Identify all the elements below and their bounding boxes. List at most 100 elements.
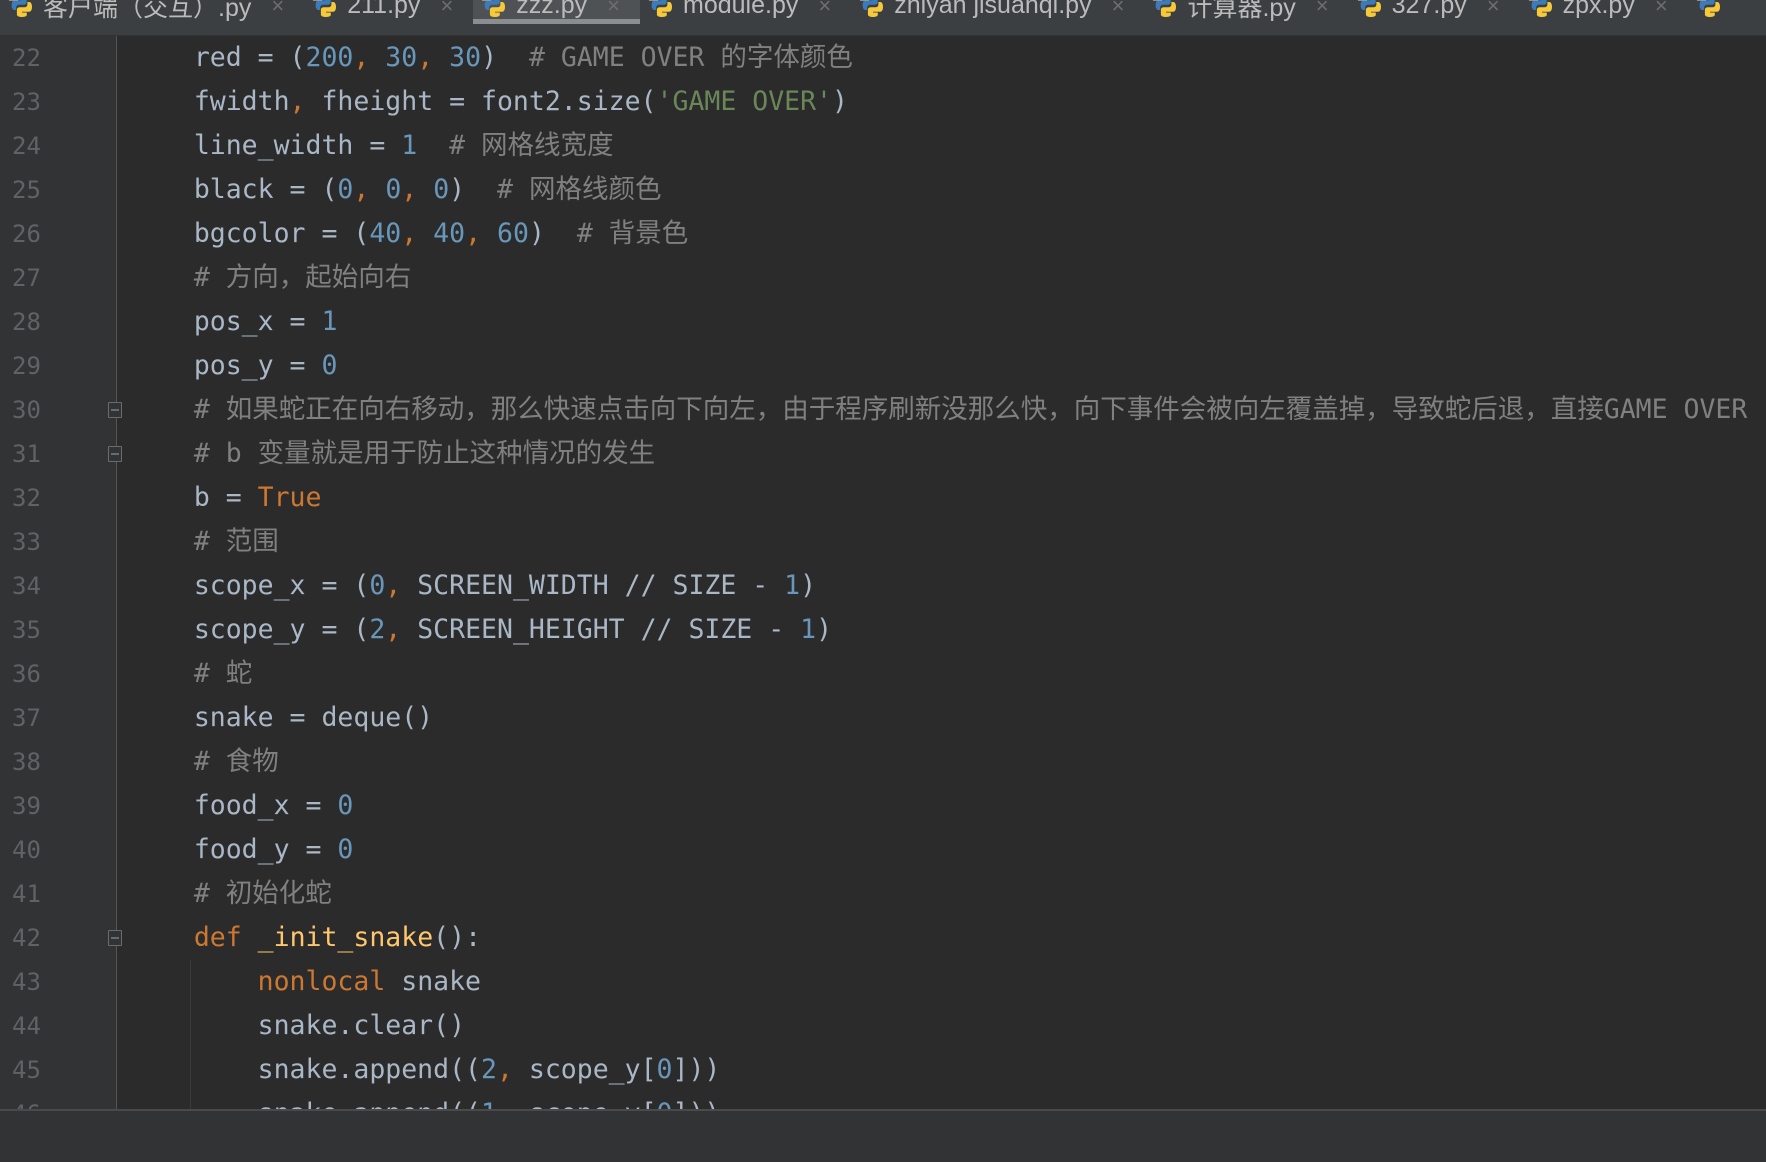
code-line[interactable]: 26 bgcolor = (40, 40, 60) # 背景色 [0, 212, 1766, 256]
code-text: pos_x = 1 [130, 300, 338, 344]
tab-label: zhiyan jisuanqi.py [894, 0, 1092, 19]
token-kw: nonlocal [257, 966, 402, 997]
line-number: 46 [12, 1092, 52, 1109]
line-number: 29 [12, 352, 41, 380]
token-num: 2 [481, 1054, 497, 1085]
code-line[interactable]: 35 scope_y = (2, SCREEN_HEIGHT // SIZE -… [0, 608, 1766, 652]
fold-marker-icon[interactable] [108, 930, 122, 946]
token-txt: fheight = font2.size( [321, 86, 657, 117]
code-line[interactable]: 37 snake = deque() [0, 696, 1766, 740]
bottom-panel [0, 1109, 1766, 1162]
tab-6[interactable]: 327.py × [1349, 0, 1520, 23]
close-tab-icon[interactable]: × [440, 0, 453, 19]
code-line[interactable]: 34 scope_x = (0, SCREEN_WIDTH // SIZE - … [0, 564, 1766, 608]
tab-label: 327.py [1391, 0, 1467, 19]
tab-8[interactable] [1688, 0, 1751, 23]
token-com: # 如果蛇正在向右移动，那么快速点击向下向左，由于程序刷新没那么快，向下事件会被… [193, 394, 1748, 425]
code-line[interactable]: 23 fwidth, fheight = font2.size('GAME OV… [0, 80, 1766, 124]
token-txt: scope_y[ [529, 1098, 657, 1109]
code-line[interactable]: 25 black = (0, 0, 0) # 网格线颜色 [0, 168, 1766, 212]
close-tab-icon[interactable]: × [271, 0, 284, 19]
code-text: # 如果蛇正在向右移动，那么快速点击向下向左，由于程序刷新没那么快，向下事件会被… [130, 388, 1748, 432]
token-num: 0 [321, 350, 338, 381]
line-number: 27 [12, 264, 41, 292]
code-line[interactable]: 46 snake.append((1, scope_y[0])) [0, 1092, 1766, 1109]
tab-7[interactable]: zpx.py × [1520, 0, 1688, 23]
code-line[interactable]: 24 line_width = 1 # 网格线宽度 [0, 124, 1766, 168]
code-text: def _init_snake(): [130, 916, 481, 960]
code-line[interactable]: 33 # 范围 [0, 520, 1766, 564]
code-text: # 初始化蛇 [130, 872, 332, 916]
code-line[interactable]: 40 food_y = 0 [0, 828, 1766, 872]
token-txt: ])) [673, 1098, 721, 1109]
tab-5[interactable]: 计算器.py × [1144, 0, 1348, 23]
token-num: 200 [305, 42, 354, 73]
code-line[interactable]: 43 nonlocal snake [0, 960, 1766, 1004]
code-line[interactable]: 42 def _init_snake(): [0, 916, 1766, 960]
code-line[interactable]: 22 red = (200, 30, 30) # GAME OVER 的字体颜色 [0, 36, 1766, 80]
close-tab-icon[interactable]: × [818, 0, 831, 19]
line-number: 45 [12, 1056, 41, 1084]
tab-0[interactable]: 客户端（交互）.py × [0, 0, 304, 23]
code-line[interactable]: 39 food_x = 0 [0, 784, 1766, 828]
close-tab-icon[interactable]: × [1487, 0, 1500, 19]
token-num: 40 [369, 218, 402, 249]
token-txt: black = ( [130, 174, 338, 205]
close-tab-icon[interactable]: × [1316, 0, 1329, 19]
close-tab-icon[interactable]: × [1655, 0, 1668, 19]
close-tab-icon[interactable]: × [1112, 0, 1125, 19]
token-punc: , [385, 614, 418, 645]
token-txt: ) [816, 614, 833, 645]
code-line[interactable]: 30 # 如果蛇正在向右移动，那么快速点击向下向左，由于程序刷新没那么快，向下事… [0, 388, 1766, 432]
token-txt: SCREEN_WIDTH // SIZE - [417, 570, 785, 601]
code-line[interactable]: 44 snake.clear() [0, 1004, 1766, 1048]
tab-1[interactable]: 211.py × [304, 0, 473, 23]
token-num: 0 [337, 790, 354, 821]
code-line[interactable]: 38 # 食物 [0, 740, 1766, 784]
code-editor[interactable]: 22 red = (200, 30, 30) # GAME OVER 的字体颜色… [0, 36, 1766, 1109]
code-text: black = (0, 0, 0) # 网格线颜色 [130, 168, 662, 212]
token-txt: ) [800, 570, 817, 601]
token-num: 30 [385, 42, 418, 73]
token-txt: pos_x = [130, 306, 322, 337]
code-line[interactable]: 29 pos_y = 0 [0, 344, 1766, 388]
code-line[interactable]: 45 snake.append((2, scope_y[0])) [0, 1048, 1766, 1092]
line-number: 41 [12, 880, 41, 908]
tab-2[interactable]: zzz.py × [473, 0, 641, 24]
code-line[interactable]: 27 # 方向，起始向右 [0, 256, 1766, 300]
code-text: nonlocal snake [130, 960, 481, 1004]
tab-3[interactable]: module.py × [640, 0, 851, 23]
line-number: 44 [12, 1012, 41, 1040]
fold-marker-icon[interactable] [108, 402, 122, 418]
code-text: fwidth, fheight = font2.size('GAME OVER'… [130, 80, 848, 124]
code-line[interactable]: 36 # 蛇 [0, 652, 1766, 696]
token-txt: ) [528, 218, 577, 249]
fold-marker-icon[interactable] [108, 446, 122, 462]
line-number: 33 [12, 528, 41, 556]
token-punc: , [385, 570, 418, 601]
token-punc: , [497, 1098, 529, 1109]
token-com: # GAME OVER 的字体颜色 [528, 42, 853, 73]
code-line[interactable]: 41 # 初始化蛇 [0, 872, 1766, 916]
token-txt: ) [832, 86, 848, 117]
line-number: 28 [12, 308, 41, 336]
code-line[interactable]: 28 pos_x = 1 [0, 300, 1766, 344]
code-text: pos_y = 0 [130, 344, 338, 388]
code-text: red = (200, 30, 30) # GAME OVER 的字体颜色 [130, 36, 853, 80]
tab-label: 计算器.py [1187, 0, 1296, 22]
tab-label: zpx.py [1562, 0, 1635, 19]
python-file-icon [482, 0, 516, 19]
token-num: 0 [433, 174, 450, 205]
code-line[interactable]: 32 b = True [0, 476, 1766, 520]
code-line[interactable]: 31 # b 变量就是用于防止这种情况的发生 [0, 432, 1766, 476]
code-text: food_y = 0 [130, 828, 354, 872]
close-tab-icon[interactable]: × [607, 0, 620, 19]
token-num: 1 [784, 570, 801, 601]
tab-4[interactable]: zhiyan jisuanqi.py × [851, 0, 1144, 23]
